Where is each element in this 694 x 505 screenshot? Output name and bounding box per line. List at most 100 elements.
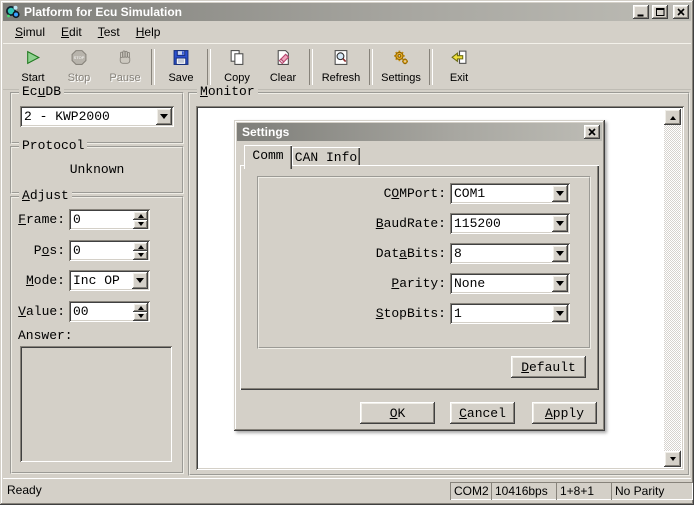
chevron-down-icon[interactable] [552,305,568,322]
status-pane-com-port: COM2 [450,482,492,500]
title-bar[interactable]: Platform for Ecu Simulation [3,3,691,21]
spin-up-icon[interactable] [133,242,148,251]
menu-bar: Simul Edit Test Help [3,22,691,42]
answer-panel [20,346,172,462]
value-spinner[interactable]: 00 [69,301,150,322]
save-button[interactable]: Save [158,47,204,87]
apply-button[interactable]: Apply [532,402,597,424]
stop-icon: STOP [70,49,88,71]
spin-up-icon[interactable] [133,211,148,220]
toolbar-separator [369,49,373,85]
status-pane-frame-bits: 1+8+1 [556,482,612,500]
pos-spinner[interactable]: 0 [69,240,150,261]
menu-test[interactable]: Test [90,23,128,41]
settings-button[interactable]: Settings [376,47,426,87]
stopbits-label: StopBits: [254,303,446,324]
monitor-vertical-scrollbar[interactable] [664,109,681,467]
stop-button[interactable]: STOP Stop [56,47,102,87]
status-pane-baudrate: 10416bps [491,482,557,500]
comport-value: COM1 [454,183,550,204]
settings-dialog: Settings Comm CAN Info COMPort: COM1 Bau… [234,120,605,431]
dialog-close-button[interactable] [584,125,600,139]
toolbar-separator [151,49,155,85]
chevron-down-icon[interactable] [552,275,568,292]
start-button[interactable]: Start [10,47,56,87]
frame-label: Frame: [12,209,65,230]
settings-gears-icon [392,49,410,71]
spin-down-icon[interactable] [133,220,148,229]
parity-combobox[interactable]: None [450,273,570,294]
pause-hand-icon [116,49,134,71]
chevron-down-icon[interactable] [132,272,148,289]
close-button[interactable] [673,5,689,19]
baudrate-label: BaudRate: [254,213,446,234]
cancel-button[interactable]: Cancel [450,402,515,424]
ecudb-value: 2 - KWP2000 [24,106,154,127]
protocol-group: Protocol Unknown [10,146,184,194]
app-window: Platform for Ecu Simulation Simul Edit T… [0,0,694,505]
monitor-group-label: Monitor [197,85,258,99]
ok-button[interactable]: OK [360,402,435,424]
chevron-down-icon[interactable] [552,185,568,202]
protocol-value: Unknown [12,162,182,177]
comport-combobox[interactable]: COM1 [450,183,570,204]
databits-combobox[interactable]: 8 [450,243,570,264]
settings-dialog-title: Settings [242,123,584,141]
spin-up-icon[interactable] [133,303,148,312]
maximize-button[interactable] [652,5,668,19]
stopbits-combobox[interactable]: 1 [450,303,570,324]
ecudb-group-label: EcuDB [19,85,64,99]
adjust-group-label: Adjust [19,189,72,203]
refresh-magnifier-icon [332,49,350,71]
menu-help[interactable]: Help [128,23,169,41]
mode-combobox[interactable]: Inc OP [69,270,150,291]
toolbar-separator [207,49,211,85]
protocol-group-label: Protocol [19,139,87,153]
menu-simul[interactable]: Simul [7,23,53,41]
answer-label: Answer: [18,328,73,343]
status-pane-parity: No Parity [611,482,693,500]
scroll-down-icon[interactable] [664,451,681,467]
window-title: Platform for Ecu Simulation [24,3,630,21]
parity-label: Parity: [254,273,446,294]
toolbar-separator [309,49,313,85]
spin-down-icon[interactable] [133,312,148,321]
app-icon [5,4,21,20]
copy-button[interactable]: Copy [214,47,260,87]
exit-icon [450,49,468,71]
toolbar: Start STOP Stop Pause Save Copy Clear Re… [3,43,691,90]
clear-button[interactable]: Clear [260,47,306,87]
stopbits-value: 1 [454,303,550,324]
chevron-down-icon[interactable] [552,245,568,262]
copy-icon [228,49,246,71]
pause-button[interactable]: Pause [102,47,148,87]
scroll-up-icon[interactable] [664,109,681,125]
default-button[interactable]: Default [511,356,586,378]
baudrate-value: 115200 [454,213,550,234]
databits-value: 8 [454,243,550,264]
spin-down-icon[interactable] [133,251,148,260]
clear-eraser-icon [274,49,292,71]
exit-button[interactable]: Exit [436,47,482,87]
frame-spinner[interactable]: 0 [69,209,150,230]
chevron-down-icon[interactable] [552,215,568,232]
refresh-button[interactable]: Refresh [316,47,366,87]
ecudb-combobox[interactable]: 2 - KWP2000 [20,106,174,127]
svg-text:STOP: STOP [74,55,85,60]
scrollbar-track[interactable] [664,125,681,451]
minimize-button[interactable] [633,5,649,19]
adjust-group: Adjust Frame: 0 Pos: 0 Mode: Inc OP Valu… [10,196,184,474]
baudrate-combobox[interactable]: 115200 [450,213,570,234]
pos-value: 0 [73,240,132,261]
frame-value: 0 [73,209,132,230]
comport-label: COMPort: [254,183,446,204]
status-message: Ready [7,483,42,497]
settings-dialog-titlebar[interactable]: Settings [237,123,602,141]
status-bar: Ready COM2 10416bps 1+8+1 No Parity [3,478,691,503]
menu-edit[interactable]: Edit [53,23,90,41]
start-icon [24,49,42,71]
chevron-down-icon[interactable] [156,108,172,125]
tab-comm[interactable]: Comm [244,145,292,169]
mode-label: Mode: [12,270,65,291]
value-label: Value: [12,301,65,322]
